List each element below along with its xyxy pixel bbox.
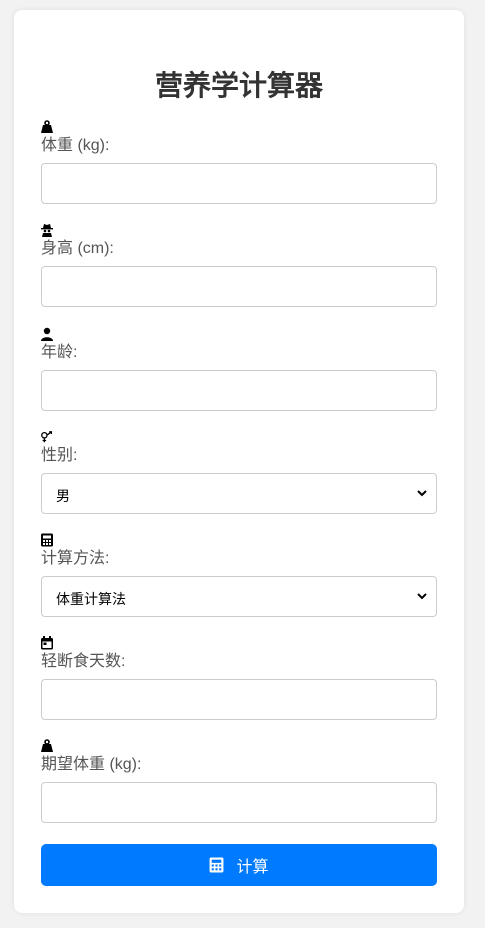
- age-label: 年龄:: [41, 344, 78, 361]
- target-weight-field: 期望体重 (kg):: [41, 739, 437, 823]
- height-input[interactable]: [41, 266, 437, 307]
- weight-icon: [40, 120, 56, 136]
- method-selected-value: 体重计算法: [56, 591, 126, 607]
- age-input[interactable]: [41, 370, 437, 411]
- target-weight-input[interactable]: [41, 782, 437, 823]
- fasting-days-input[interactable]: [41, 679, 437, 720]
- page-title: 营养学计算器: [154, 70, 323, 101]
- method-label: 计算方法:: [41, 550, 110, 567]
- gender-icon: [40, 430, 56, 446]
- chevron-down-icon: [417, 490, 427, 497]
- fasting-days-field: 轻断食天数:: [41, 636, 437, 720]
- user-secret-icon: [40, 223, 56, 239]
- target-weight-label: 期望体重 (kg):: [41, 756, 142, 773]
- weight-input[interactable]: [41, 163, 437, 204]
- gender-select[interactable]: 男: [41, 473, 437, 514]
- calculate-button-label: 计算: [236, 859, 269, 876]
- calculator-card: 营养学计算器 体重 (kg): 身高 (cm): 年龄: 性别: 男 计算方法:…: [14, 10, 464, 913]
- gender-field: 性别: 男: [41, 430, 437, 514]
- user-icon: [40, 327, 56, 343]
- weight-label: 体重 (kg):: [41, 137, 110, 154]
- method-field: 计算方法: 体重计算法: [41, 533, 437, 617]
- method-select[interactable]: 体重计算法: [41, 576, 437, 617]
- calculator-icon: [210, 857, 224, 873]
- weight-icon: [40, 739, 56, 755]
- calculator-icon: [40, 533, 56, 549]
- weight-field: 体重 (kg):: [41, 120, 437, 204]
- height-label: 身高 (cm):: [41, 240, 114, 257]
- gender-selected-value: 男: [56, 488, 70, 504]
- fasting-days-label: 轻断食天数:: [41, 653, 126, 670]
- calculate-button[interactable]: 计算: [41, 844, 437, 886]
- chevron-down-icon: [417, 593, 427, 600]
- gender-label: 性别:: [41, 447, 78, 464]
- calendar-icon: [40, 636, 56, 652]
- height-field: 身高 (cm):: [41, 223, 437, 307]
- age-field: 年龄:: [41, 327, 437, 411]
